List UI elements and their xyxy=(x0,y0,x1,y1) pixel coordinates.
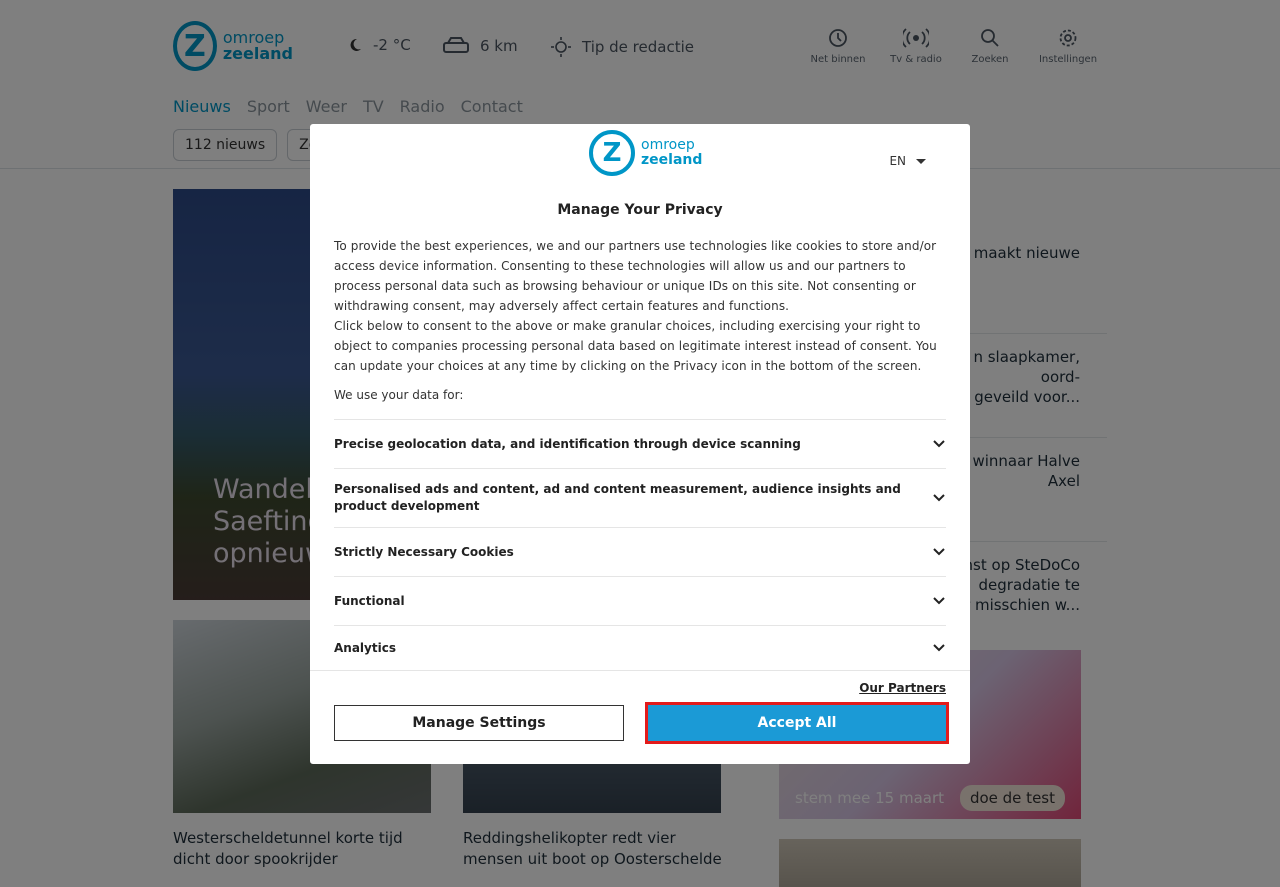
chevron-down-icon xyxy=(933,440,945,448)
chevron-down-icon xyxy=(933,597,945,605)
our-partners-link[interactable]: Our Partners xyxy=(859,681,946,695)
chevron-down-icon xyxy=(933,548,945,556)
purpose-geolocation[interactable]: Precise geolocation data, and identifica… xyxy=(334,419,946,468)
modal-description: To provide the best experiences, we and … xyxy=(334,239,937,373)
purpose-list: Precise geolocation data, and identifica… xyxy=(334,419,946,670)
modal-logo: Z omroep zeeland xyxy=(589,130,702,176)
chevron-down-icon xyxy=(933,494,945,502)
chevron-down-icon xyxy=(916,158,926,164)
modal-footer: Our Partners Manage Settings Accept All xyxy=(310,670,970,765)
accept-all-button[interactable]: Accept All xyxy=(645,702,949,744)
purpose-strictly-necessary[interactable]: Strictly Necessary Cookies xyxy=(334,527,946,576)
privacy-modal: Z omroep zeeland EN Manage Your Privacy … xyxy=(310,124,970,764)
language-select[interactable]: EN xyxy=(889,154,926,168)
purpose-personalised-ads[interactable]: Personalised ads and content, ad and con… xyxy=(334,468,946,527)
data-use-label: We use your data for: xyxy=(334,388,464,402)
manage-settings-button[interactable]: Manage Settings xyxy=(334,705,624,741)
purpose-analytics[interactable]: Analytics xyxy=(334,625,946,670)
purpose-functional[interactable]: Functional xyxy=(334,576,946,625)
modal-title: Manage Your Privacy xyxy=(557,202,723,218)
chevron-down-icon xyxy=(933,644,945,652)
